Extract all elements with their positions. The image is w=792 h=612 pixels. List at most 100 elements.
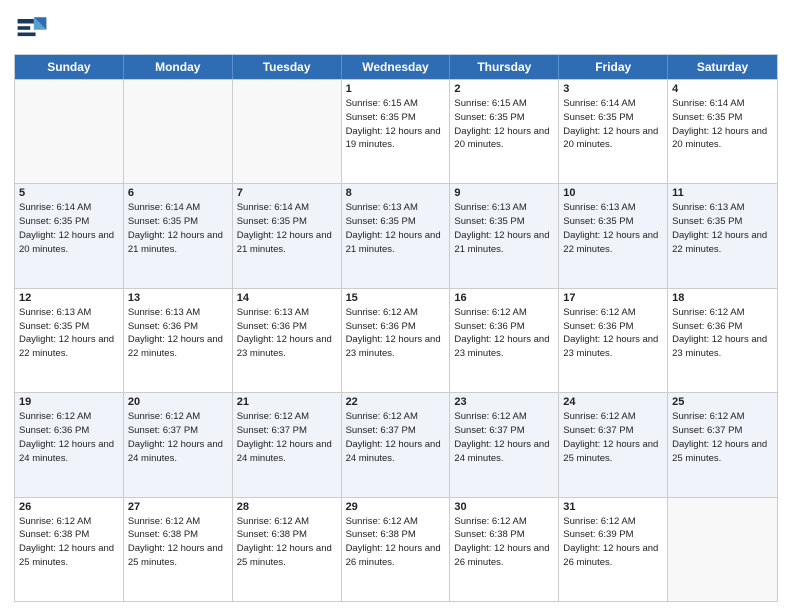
calendar-cell-day-3: 3 Sunrise: 6:14 AMSunset: 6:35 PMDaylight… [559,80,668,183]
sun-info: Sunrise: 6:15 AMSunset: 6:35 PMDaylight:… [346,97,446,152]
day-number: 2 [454,83,554,95]
calendar-cell-day-21: 21 Sunrise: 6:12 AMSunset: 6:37 PMDayligh… [233,393,342,496]
day-number: 8 [346,187,446,199]
day-number: 26 [19,501,119,513]
day-number: 15 [346,292,446,304]
calendar-header-row: SundayMondayTuesdayWednesdayThursdayFrid… [15,55,777,79]
sun-info: Sunrise: 6:15 AMSunset: 6:35 PMDaylight:… [454,97,554,152]
day-number: 25 [672,396,773,408]
sun-info: Sunrise: 6:12 AMSunset: 6:38 PMDaylight:… [346,515,446,570]
day-number: 21 [237,396,337,408]
calendar-cell-day-18: 18Sunrise: 6:12 AMSunset: 6:36 PMDayligh… [668,289,777,392]
calendar-header-wednesday: Wednesday [342,55,451,79]
calendar-cell-day-16: 16 Sunrise: 6:12 AMSunset: 6:36 PMDayligh… [450,289,559,392]
calendar-header-friday: Friday [559,55,668,79]
calendar-cell-day-22: 22 Sunrise: 6:12 AMSunset: 6:37 PMDayligh… [342,393,451,496]
calendar-cell-day-30: 30Sunrise: 6:12 AMSunset: 6:38 PMDayligh… [450,498,559,601]
day-number: 11 [672,187,773,199]
sun-info: Sunrise: 6:12 AMSunset: 6:39 PMDaylight:… [563,515,663,570]
calendar-cell-day-9: 9 Sunrise: 6:13 AMSunset: 6:35 PMDaylight… [450,184,559,287]
sun-info: Sunrise: 6:13 AMSunset: 6:35 PMDaylight:… [672,201,773,256]
day-number: 18 [672,292,773,304]
day-number: 27 [128,501,228,513]
calendar-cell-day-31: 31Sunrise: 6:12 AMSunset: 6:39 PMDayligh… [559,498,668,601]
calendar-cell-day-5: 5Sunrise: 6:14 AMSunset: 6:35 PMDaylight… [15,184,124,287]
calendar-header-sunday: Sunday [15,55,124,79]
calendar-cell-day-2: 2 Sunrise: 6:15 AMSunset: 6:35 PMDaylight… [450,80,559,183]
day-number: 6 [128,187,228,199]
calendar-cell-day-12: 12 Sunrise: 6:13 AMSunset: 6:35 PMDayligh… [15,289,124,392]
sun-info: Sunrise: 6:12 AMSunset: 6:37 PMDaylight:… [672,410,773,465]
calendar-cell-day-15: 15 Sunrise: 6:12 AMSunset: 6:36 PMDayligh… [342,289,451,392]
day-number: 20 [128,396,228,408]
day-number: 23 [454,396,554,408]
calendar-cell-empty [668,498,777,601]
calendar-cell-day-4: 4 Sunrise: 6:14 AMSunset: 6:35 PMDaylight… [668,80,777,183]
calendar-cell-day-6: 6 Sunrise: 6:14 AMSunset: 6:35 PMDaylight… [124,184,233,287]
day-number: 13 [128,292,228,304]
day-number: 29 [346,501,446,513]
calendar-body: 1 Sunrise: 6:15 AMSunset: 6:35 PMDaylight… [15,79,777,601]
calendar: SundayMondayTuesdayWednesdayThursdayFrid… [14,54,778,602]
calendar-cell-day-29: 29 Sunrise: 6:12 AMSunset: 6:38 PMDayligh… [342,498,451,601]
calendar-cell-day-1: 1 Sunrise: 6:15 AMSunset: 6:35 PMDaylight… [342,80,451,183]
day-number: 12 [19,292,119,304]
sun-info: Sunrise: 6:13 AMSunset: 6:35 PMDaylight:… [19,306,119,361]
sun-info: Sunrise: 6:12 AMSunset: 6:38 PMDaylight:… [237,515,337,570]
calendar-cell-day-17: 17Sunrise: 6:12 AMSunset: 6:36 PMDayligh… [559,289,668,392]
calendar-header-saturday: Saturday [668,55,777,79]
calendar-cell-day-8: 8 Sunrise: 6:13 AMSunset: 6:35 PMDaylight… [342,184,451,287]
sun-info: Sunrise: 6:12 AMSunset: 6:37 PMDaylight:… [346,410,446,465]
logo-icon [14,10,50,46]
day-number: 1 [346,83,446,95]
sun-info: Sunrise: 6:14 AMSunset: 6:35 PMDaylight:… [128,201,228,256]
calendar-page: SundayMondayTuesdayWednesdayThursdayFrid… [0,0,792,612]
day-number: 14 [237,292,337,304]
calendar-week-5: 26 Sunrise: 6:12 AMSunset: 6:38 PMDayligh… [15,497,777,601]
day-number: 16 [454,292,554,304]
sun-info: Sunrise: 6:13 AMSunset: 6:36 PMDaylight:… [237,306,337,361]
sun-info: Sunrise: 6:12 AMSunset: 6:37 PMDaylight:… [454,410,554,465]
day-number: 7 [237,187,337,199]
calendar-cell-day-26: 26Sunrise: 6:12 AMSunset: 6:38 PMDayligh… [15,498,124,601]
calendar-cell-day-27: 27Sunrise: 6:12 AMSunset: 6:38 PMDayligh… [124,498,233,601]
sun-info: Sunrise: 6:14 AMSunset: 6:35 PMDaylight:… [672,97,773,152]
calendar-cell-day-14: 14 Sunrise: 6:13 AMSunset: 6:36 PMDayligh… [233,289,342,392]
calendar-cell-day-7: 7 Sunrise: 6:14 AMSunset: 6:35 PMDaylight… [233,184,342,287]
calendar-cell-day-19: 19 Sunrise: 6:12 AMSunset: 6:36 PMDayligh… [15,393,124,496]
day-number: 9 [454,187,554,199]
calendar-week-3: 12 Sunrise: 6:13 AMSunset: 6:35 PMDayligh… [15,288,777,392]
day-number: 22 [346,396,446,408]
calendar-header-thursday: Thursday [450,55,559,79]
calendar-cell-empty [233,80,342,183]
day-number: 24 [563,396,663,408]
sun-info: Sunrise: 6:13 AMSunset: 6:35 PMDaylight:… [454,201,554,256]
calendar-week-4: 19 Sunrise: 6:12 AMSunset: 6:36 PMDayligh… [15,392,777,496]
sun-info: Sunrise: 6:12 AMSunset: 6:36 PMDaylight:… [454,306,554,361]
calendar-week-2: 5Sunrise: 6:14 AMSunset: 6:35 PMDaylight… [15,183,777,287]
sun-info: Sunrise: 6:13 AMSunset: 6:35 PMDaylight:… [563,201,663,256]
sun-info: Sunrise: 6:13 AMSunset: 6:35 PMDaylight:… [346,201,446,256]
logo [14,10,54,46]
day-number: 30 [454,501,554,513]
calendar-cell-day-10: 10Sunrise: 6:13 AMSunset: 6:35 PMDayligh… [559,184,668,287]
calendar-cell-empty [15,80,124,183]
day-number: 28 [237,501,337,513]
calendar-cell-day-23: 23 Sunrise: 6:12 AMSunset: 6:37 PMDayligh… [450,393,559,496]
day-number: 3 [563,83,663,95]
sun-info: Sunrise: 6:14 AMSunset: 6:35 PMDaylight:… [237,201,337,256]
sun-info: Sunrise: 6:12 AMSunset: 6:37 PMDaylight:… [128,410,228,465]
calendar-week-1: 1 Sunrise: 6:15 AMSunset: 6:35 PMDaylight… [15,79,777,183]
calendar-header-tuesday: Tuesday [233,55,342,79]
calendar-cell-day-11: 11 Sunrise: 6:13 AMSunset: 6:35 PMDayligh… [668,184,777,287]
calendar-header-monday: Monday [124,55,233,79]
calendar-cell-day-25: 25 Sunrise: 6:12 AMSunset: 6:37 PMDayligh… [668,393,777,496]
sun-info: Sunrise: 6:12 AMSunset: 6:36 PMDaylight:… [346,306,446,361]
sun-info: Sunrise: 6:12 AMSunset: 6:36 PMDaylight:… [19,410,119,465]
sun-info: Sunrise: 6:12 AMSunset: 6:36 PMDaylight:… [563,306,663,361]
day-number: 4 [672,83,773,95]
sun-info: Sunrise: 6:12 AMSunset: 6:37 PMDaylight:… [237,410,337,465]
day-number: 19 [19,396,119,408]
sun-info: Sunrise: 6:14 AMSunset: 6:35 PMDaylight:… [563,97,663,152]
header [14,10,778,46]
